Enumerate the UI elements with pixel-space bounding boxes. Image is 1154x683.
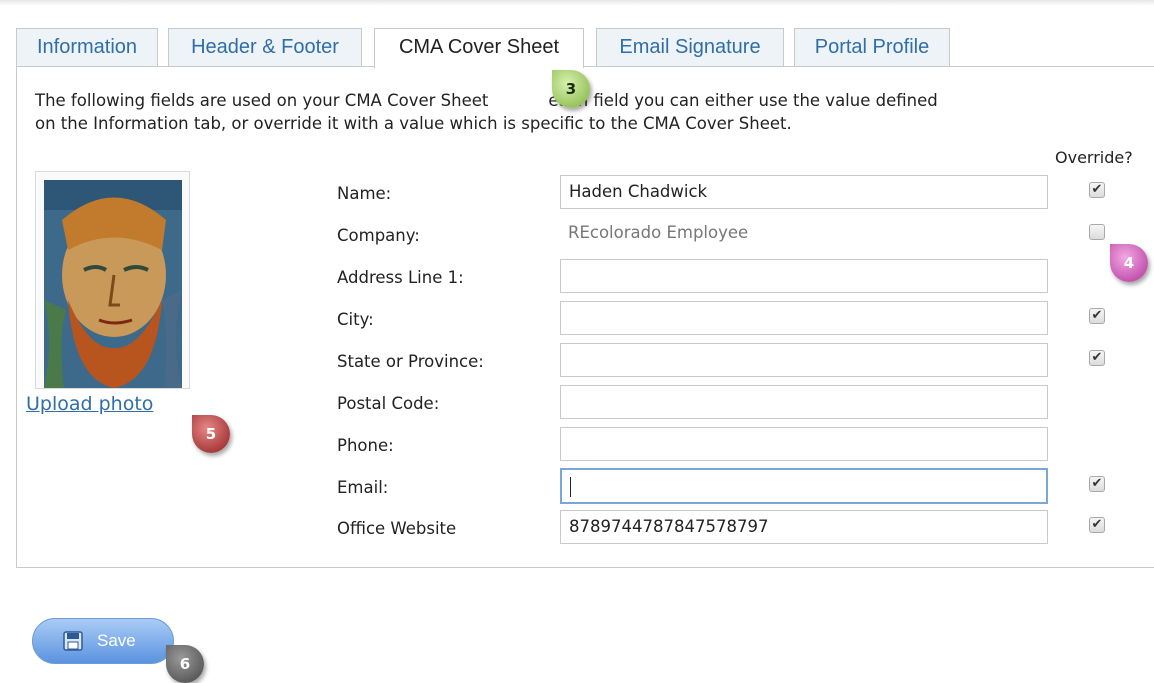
state-label: State or Province: <box>337 352 484 371</box>
cma-cover-sheet-panel: The following fields are used on your CM… <box>16 66 1154 568</box>
company-value: REcolorado Employee <box>568 223 749 242</box>
postal-code-input[interactable] <box>560 385 1048 419</box>
callout-marker-4: 4 <box>1110 244 1148 282</box>
tab-email-signature[interactable]: Email Signature <box>596 28 784 66</box>
postal-code-label: Postal Code: <box>337 394 440 413</box>
top-divider <box>0 0 1154 6</box>
email-label: Email: <box>337 478 389 497</box>
state-input[interactable] <box>560 343 1048 377</box>
text-caret <box>570 476 571 497</box>
office-website-input[interactable]: 8789744787847578797 <box>560 510 1048 544</box>
tab-header-footer[interactable]: Header & Footer <box>168 28 362 66</box>
override-column-header: Override? <box>1055 148 1133 167</box>
floppy-disk-icon <box>63 631 83 651</box>
tab-information[interactable]: Information <box>16 28 158 66</box>
description-line1: The following fields are used on your CM… <box>35 91 938 110</box>
name-input[interactable]: Haden Chadwick <box>560 175 1048 209</box>
override-company-checkbox[interactable] <box>1089 224 1105 240</box>
callout-marker-5: 5 <box>192 415 230 453</box>
callout-marker-3: 3 <box>552 70 590 108</box>
name-label: Name: <box>337 184 392 203</box>
upload-photo-link[interactable]: Upload photo <box>26 393 174 415</box>
save-button-label: Save <box>97 631 136 650</box>
save-button[interactable]: Save <box>32 618 174 664</box>
callout-marker-6: 6 <box>166 645 204 683</box>
override-email-checkbox[interactable]: ✔ <box>1089 476 1105 492</box>
address-line1-label: Address Line 1: <box>337 268 464 287</box>
profile-photo <box>44 180 182 388</box>
city-label: City: <box>337 310 374 329</box>
city-input[interactable] <box>560 301 1048 335</box>
override-city-checkbox[interactable]: ✔ <box>1089 308 1105 324</box>
tab-portal-profile[interactable]: Portal Profile <box>794 28 950 66</box>
tab-cma-cover-sheet[interactable]: CMA Cover Sheet <box>374 28 584 68</box>
profile-photo-frame <box>35 171 190 389</box>
email-input[interactable] <box>560 468 1048 504</box>
phone-label: Phone: <box>337 436 394 455</box>
override-state-checkbox[interactable]: ✔ <box>1089 350 1105 366</box>
company-label: Company: <box>337 226 420 245</box>
override-name-checkbox[interactable]: ✔ <box>1089 182 1105 198</box>
description-line2: on the Information tab, or override it w… <box>35 114 792 133</box>
phone-input[interactable] <box>560 427 1048 461</box>
override-website-checkbox[interactable]: ✔ <box>1089 517 1105 533</box>
address-line1-input[interactable] <box>560 259 1048 293</box>
office-website-label: Office Website <box>337 519 457 538</box>
